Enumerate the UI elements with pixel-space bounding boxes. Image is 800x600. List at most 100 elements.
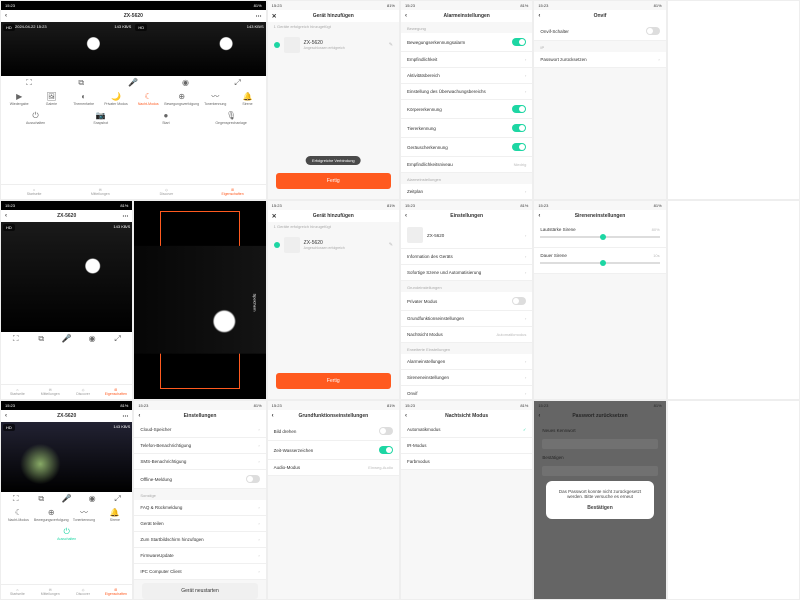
tab-props[interactable]: ⊞Eigenschaften xyxy=(200,188,266,196)
tab-props[interactable]: ⊞Eigenschaften xyxy=(99,588,132,596)
li-watermark[interactable]: Zeit-Wasserzeichen xyxy=(268,441,399,460)
record-icon[interactable]: ◉ xyxy=(79,335,104,343)
act-theme[interactable]: ◐Themenfarbe xyxy=(68,93,100,106)
li-ir[interactable]: IR-Modus xyxy=(401,438,532,454)
li-faq[interactable]: FAQ & Rückmeldung› xyxy=(134,500,265,516)
li-dur[interactable]: Dauer Sirene10s xyxy=(534,248,665,274)
tab-home[interactable]: ⌂Startseite xyxy=(1,588,34,596)
li-alarm[interactable]: Alarmeinstellungen› xyxy=(401,354,532,370)
li-dev[interactable]: ZX-5620› xyxy=(401,222,532,249)
snapshot-icon[interactable]: ⧉ xyxy=(28,335,53,343)
li-ipc[interactable]: IPC Computer Client› xyxy=(134,564,265,580)
li-pw-reset[interactable]: Passwort zurücksetzen› xyxy=(534,52,665,68)
act-off[interactable]: ⏻Ausschalten xyxy=(3,112,68,125)
toggle[interactable] xyxy=(512,105,526,113)
toggle[interactable] xyxy=(379,446,393,454)
li-sens[interactable]: Empfindlichkeit› xyxy=(401,52,532,68)
li-audio[interactable]: Audio-ModusEinweg-Audio xyxy=(268,460,399,476)
back-icon[interactable]: ‹ xyxy=(538,213,540,219)
more-icon[interactable]: ⋯ xyxy=(122,213,128,220)
act-sound[interactable]: 〰Tonerkennung xyxy=(199,93,231,106)
li-home[interactable]: Zum Startbildschirm hinzufügen› xyxy=(134,532,265,548)
volume-slider[interactable] xyxy=(540,236,659,238)
tab-msg[interactable]: ✉Mitteilungen xyxy=(67,188,133,196)
expand-icon[interactable]: ⤢ xyxy=(105,335,130,343)
tab-msg[interactable]: ✉Mitteilungen xyxy=(34,388,67,396)
act-track[interactable]: ⊕Bewegungsverfolgung xyxy=(164,93,199,106)
back-icon[interactable]: ‹ xyxy=(138,413,140,419)
li-share[interactable]: Gerät teilen› xyxy=(134,516,265,532)
back-icon[interactable]: ‹ xyxy=(5,413,7,419)
act-siren[interactable]: 🔔Sirene xyxy=(99,509,130,522)
mic-icon[interactable]: 🎤 xyxy=(54,495,79,503)
save-label[interactable]: Speichern xyxy=(252,293,257,311)
act-off[interactable]: ⏻Ausschalten xyxy=(3,528,130,541)
li-siren[interactable]: Sireneneinstellungen› xyxy=(401,370,532,386)
toggle[interactable] xyxy=(246,475,260,483)
act-night[interactable]: ☾Nacht-Modus xyxy=(132,93,164,106)
close-icon[interactable]: ✕ xyxy=(272,213,277,220)
li-offline[interactable]: Offline-Meldung xyxy=(134,470,265,489)
back-icon[interactable]: ‹ xyxy=(405,13,407,19)
tab-disc[interactable]: ◇Discover xyxy=(67,588,100,596)
duration-slider[interactable] xyxy=(540,262,659,264)
snapshot-icon[interactable]: ⧉ xyxy=(28,495,53,503)
tab-home[interactable]: ⌂Startseite xyxy=(1,188,67,196)
li-area[interactable]: Aktivitätsbereich› xyxy=(401,68,532,84)
toggle[interactable] xyxy=(512,124,526,132)
back-icon[interactable]: ‹ xyxy=(405,413,407,419)
restart-button[interactable]: Gerät neustarten xyxy=(142,583,257,599)
act-snap[interactable]: 📷Snapshot xyxy=(68,112,133,125)
li-flip[interactable]: Bild drehen xyxy=(268,422,399,441)
act-track[interactable]: ⊕Bewegungsverfolgung xyxy=(34,509,69,522)
act-sound[interactable]: 〰Tonerkennung xyxy=(69,509,100,522)
more-icon[interactable]: ⋯ xyxy=(122,413,128,420)
li-sound[interactable]: Geräuscherkennung xyxy=(401,138,532,157)
tab-disc[interactable]: ◇Discover xyxy=(67,388,100,396)
li-nm[interactable]: Nachtsicht ModusAutomatikmodus xyxy=(401,327,532,343)
act-start[interactable]: ●Start xyxy=(133,112,198,125)
li-gf[interactable]: Grundfunktionseinstellungen› xyxy=(401,311,532,327)
expand-icon[interactable]: ⤢ xyxy=(212,79,264,87)
mic-icon[interactable]: 🎤 xyxy=(107,79,159,87)
tab-props[interactable]: ⊞Eigenschaften xyxy=(99,388,132,396)
li-zone[interactable]: Einstellung des Überwachungsbereichs› xyxy=(401,84,532,100)
fullscreen-icon[interactable]: ⛶ xyxy=(3,495,28,503)
back-icon[interactable]: ‹ xyxy=(405,213,407,219)
li-vol[interactable]: Lautstärke Sirene80% xyxy=(534,222,665,248)
device-row[interactable]: ZX-5620Angeschlossen erfolgreich✎ xyxy=(268,31,399,59)
li-sms[interactable]: SMS-Benachrichtigung› xyxy=(134,454,265,470)
toggle[interactable] xyxy=(512,38,526,46)
toggle[interactable] xyxy=(512,297,526,305)
li-info[interactable]: Information des Geräts› xyxy=(401,249,532,265)
toggle[interactable] xyxy=(512,143,526,151)
act-private[interactable]: 🌙Privater Modus xyxy=(100,93,132,106)
li-auto[interactable]: Automatikmodus✓ xyxy=(401,422,532,438)
back-icon[interactable]: ‹ xyxy=(5,13,7,19)
act-playback[interactable]: ▶Wiedergabe xyxy=(3,93,35,106)
tab-disc[interactable]: ◇Discover xyxy=(133,188,199,196)
edit-icon[interactable]: ✎ xyxy=(389,42,393,48)
li-onvif[interactable]: Onvif› xyxy=(401,386,532,400)
act-talk[interactable]: 🎙Gegensprechanlage xyxy=(199,112,264,125)
more-icon[interactable]: ⋯ xyxy=(256,13,262,20)
tab-msg[interactable]: ✉Mitteilungen xyxy=(34,588,67,596)
li-plan[interactable]: Zeitplan› xyxy=(401,184,532,200)
toggle[interactable] xyxy=(646,27,660,35)
done-button[interactable]: Fertig xyxy=(276,173,391,189)
li-scene[interactable]: Sofortige Szene und Automatisierung› xyxy=(401,265,532,281)
close-icon[interactable]: ✕ xyxy=(272,13,277,20)
li-pet[interactable]: Tiererkennung xyxy=(401,119,532,138)
fullscreen-icon[interactable]: ⛶ xyxy=(3,335,28,343)
edit-icon[interactable]: ✎ xyxy=(389,242,393,248)
back-icon[interactable]: ‹ xyxy=(538,13,540,19)
li-body[interactable]: Körpererkennung xyxy=(401,100,532,119)
li-color[interactable]: Farbmodus xyxy=(401,454,532,470)
li-level[interactable]: EmpfindlichkeitsniveauNiedrig xyxy=(401,157,532,173)
li-cloud[interactable]: Cloud-Speicher› xyxy=(134,422,265,438)
act-gallery[interactable]: 🖼Galerie xyxy=(35,93,67,106)
li-fw[interactable]: FirmwareUpdate› xyxy=(134,548,265,564)
done-button[interactable]: Fertig xyxy=(276,373,391,389)
act-siren[interactable]: 🔔Sirene xyxy=(231,93,263,106)
record-icon[interactable]: ◉ xyxy=(79,495,104,503)
